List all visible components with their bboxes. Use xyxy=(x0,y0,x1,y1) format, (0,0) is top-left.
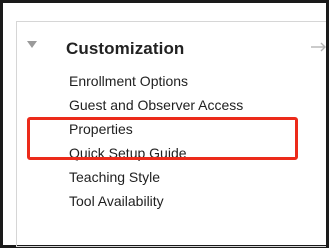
menu-item-guest-observer-access[interactable]: Guest and Observer Access xyxy=(69,93,329,117)
caret-down-icon[interactable] xyxy=(24,37,40,53)
menu-item-enrollment-options[interactable]: Enrollment Options xyxy=(69,69,329,93)
customization-section: Customization Enrollment Options Guest a… xyxy=(20,29,329,239)
section-header[interactable]: Customization xyxy=(20,29,329,61)
section-title: Customization xyxy=(66,39,185,58)
screenshot-frame: Customization Enrollment Options Guest a… xyxy=(0,0,329,248)
menu-item-properties[interactable]: Properties xyxy=(69,117,329,141)
menu-item-teaching-style[interactable]: Teaching Style xyxy=(69,165,329,189)
menu-item-quick-setup-guide[interactable]: Quick Setup Guide xyxy=(69,141,329,165)
menu-item-tool-availability[interactable]: Tool Availability xyxy=(69,189,329,213)
customization-menu: Enrollment Options Guest and Observer Ac… xyxy=(69,69,329,213)
arrow-right-icon[interactable] xyxy=(310,41,328,53)
